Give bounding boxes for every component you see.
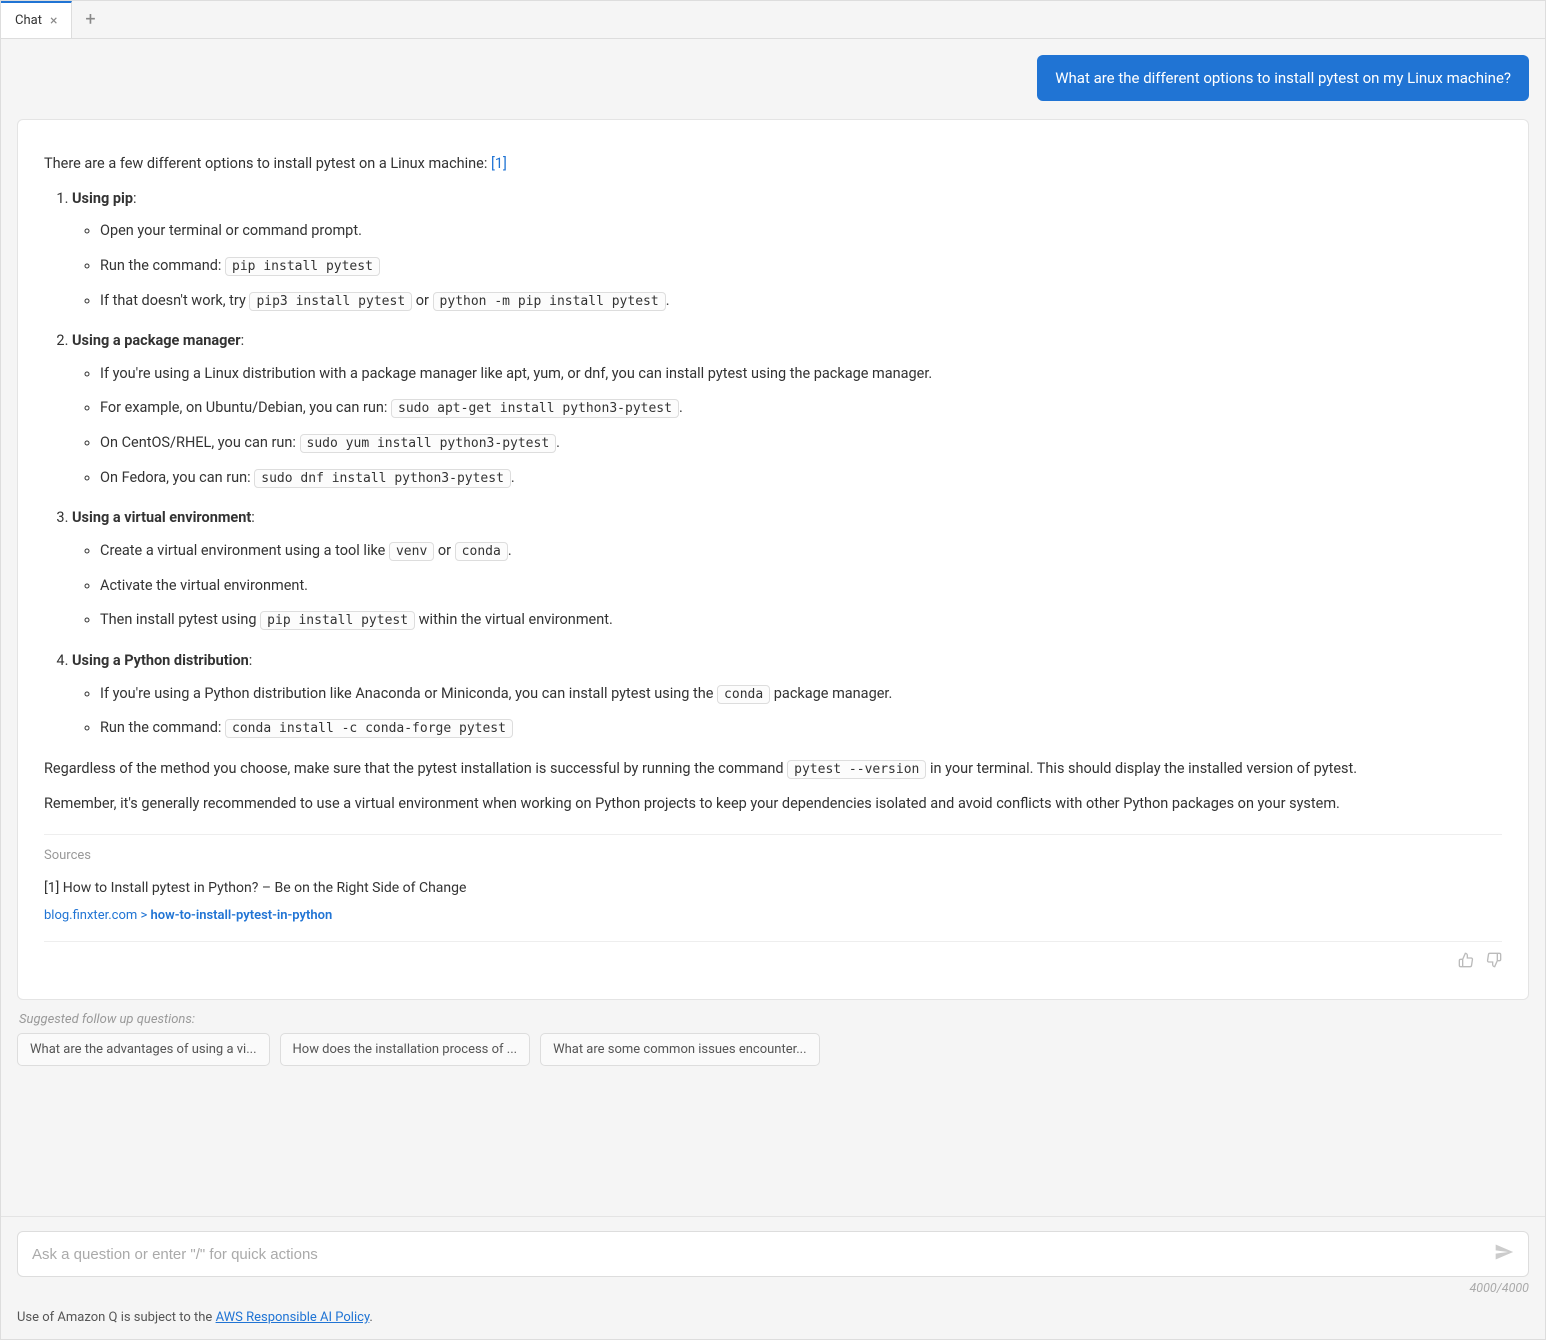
bullet-item: If you're using a Python distribution li… [100, 682, 1502, 707]
inline-code: python -m pip install pytest [433, 292, 666, 311]
input-area: 4000/4000 [1, 1216, 1545, 1302]
thumbs-up-icon[interactable] [1458, 952, 1474, 977]
option-bullets: Open your terminal or command prompt. Run… [72, 219, 1502, 313]
closing-paragraph-1: Regardless of the method you choose, mak… [44, 757, 1502, 782]
sources-label: Sources [44, 845, 1502, 867]
source-title: [1] How to Install pytest in Python? – B… [44, 877, 1502, 901]
chat-area: What are the different options to instal… [1, 39, 1545, 1216]
closing1-code: pytest --version [787, 760, 926, 779]
option-title: Using a Python distribution [72, 652, 249, 669]
bullet-item: Open your terminal or command prompt. [100, 219, 1502, 244]
suggestion-chip[interactable]: What are some common issues encounter... [540, 1033, 819, 1066]
option-bullets: Create a virtual environment using a too… [72, 539, 1502, 633]
new-tab-button[interactable]: + [72, 1, 108, 38]
bullet-item: Create a virtual environment using a too… [100, 539, 1502, 564]
tab-label: Chat [15, 13, 42, 28]
inline-code: sudo dnf install python3-pytest [254, 469, 511, 488]
bullet-item: On CentOS/RHEL, you can run: sudo yum in… [100, 431, 1502, 456]
inline-code: conda [717, 685, 770, 704]
inline-code: conda [455, 542, 508, 561]
option-title: Using pip [72, 190, 133, 207]
bullet-item: If that doesn't work, try pip3 install p… [100, 289, 1502, 314]
option-title: Using a virtual environment [72, 509, 251, 526]
bullet-item: Run the command: pip install pytest [100, 254, 1502, 279]
citation-link[interactable]: [1] [491, 155, 507, 172]
inline-code: pip install pytest [225, 257, 380, 276]
option-bullets: If you're using a Linux distribution wit… [72, 362, 1502, 491]
footer-suffix: . [369, 1310, 372, 1325]
sources-divider [44, 834, 1502, 835]
suggestion-chip[interactable]: What are the advantages of using a vi... [17, 1033, 270, 1066]
close-icon[interactable]: × [50, 13, 57, 29]
inline-code: sudo apt-get install python3-pytest [391, 399, 679, 418]
sources-list: [1] How to Install pytest in Python? – B… [44, 877, 1502, 927]
closing1-pre: Regardless of the method you choose, mak… [44, 760, 787, 777]
inline-code: pip install pytest [260, 611, 415, 630]
assistant-message: There are a few different options to ins… [17, 119, 1529, 1000]
send-icon[interactable] [1494, 1242, 1514, 1266]
bullet-item: On Fedora, you can run: sudo dnf install… [100, 466, 1502, 491]
suggestions-label: Suggested follow up questions: [19, 1012, 1529, 1027]
feedback-row [44, 941, 1502, 977]
assistant-intro: There are a few different options to ins… [44, 152, 1502, 177]
options-list: Using pip:Open your terminal or command … [44, 187, 1502, 741]
thumbs-down-icon[interactable] [1486, 952, 1502, 977]
closing1-post: in your terminal. This should display th… [926, 760, 1357, 777]
user-message-text: What are the different options to instal… [1055, 69, 1511, 87]
bullet-item: Then install pytest using pip install py… [100, 608, 1502, 633]
tab-bar: Chat × + [1, 1, 1545, 39]
inline-code: venv [389, 542, 434, 561]
tab-chat[interactable]: Chat × [1, 1, 72, 38]
inline-code: conda install -c conda-forge pytest [225, 719, 513, 738]
suggestions-row: What are the advantages of using a vi...… [17, 1033, 1529, 1066]
source-url[interactable]: blog.finxter.com > how-to-install-pytest… [44, 905, 1502, 927]
option-item: Using a package manager:If you're using … [72, 329, 1502, 490]
closing-paragraph-2: Remember, it's generally recommended to … [44, 792, 1502, 817]
footer-link[interactable]: AWS Responsible AI Policy [216, 1310, 370, 1325]
bullet-item: If you're using a Linux distribution wit… [100, 362, 1502, 387]
inline-code: sudo yum install python3-pytest [300, 434, 557, 453]
char-count: 4000/4000 [17, 1281, 1529, 1296]
bullet-item: Run the command: conda install -c conda-… [100, 716, 1502, 741]
suggestion-chip[interactable]: How does the installation process of ... [280, 1033, 531, 1066]
option-bullets: If you're using a Python distribution li… [72, 682, 1502, 741]
bullet-item: For example, on Ubuntu/Debian, you can r… [100, 396, 1502, 421]
intro-text: There are a few different options to ins… [44, 155, 491, 172]
option-item: Using a Python distribution:If you're us… [72, 649, 1502, 741]
footer-prefix: Use of Amazon Q is subject to the [17, 1310, 216, 1325]
bullet-item: Activate the virtual environment. [100, 574, 1502, 599]
option-title: Using a package manager [72, 332, 241, 349]
option-item: Using pip:Open your terminal or command … [72, 187, 1502, 314]
option-item: Using a virtual environment:Create a vir… [72, 506, 1502, 633]
chat-input-box[interactable] [17, 1231, 1529, 1277]
user-message: What are the different options to instal… [1037, 55, 1529, 101]
inline-code: pip3 install pytest [249, 292, 412, 311]
chat-input[interactable] [32, 1246, 1494, 1263]
footer-note: Use of Amazon Q is subject to the AWS Re… [1, 1302, 1545, 1339]
